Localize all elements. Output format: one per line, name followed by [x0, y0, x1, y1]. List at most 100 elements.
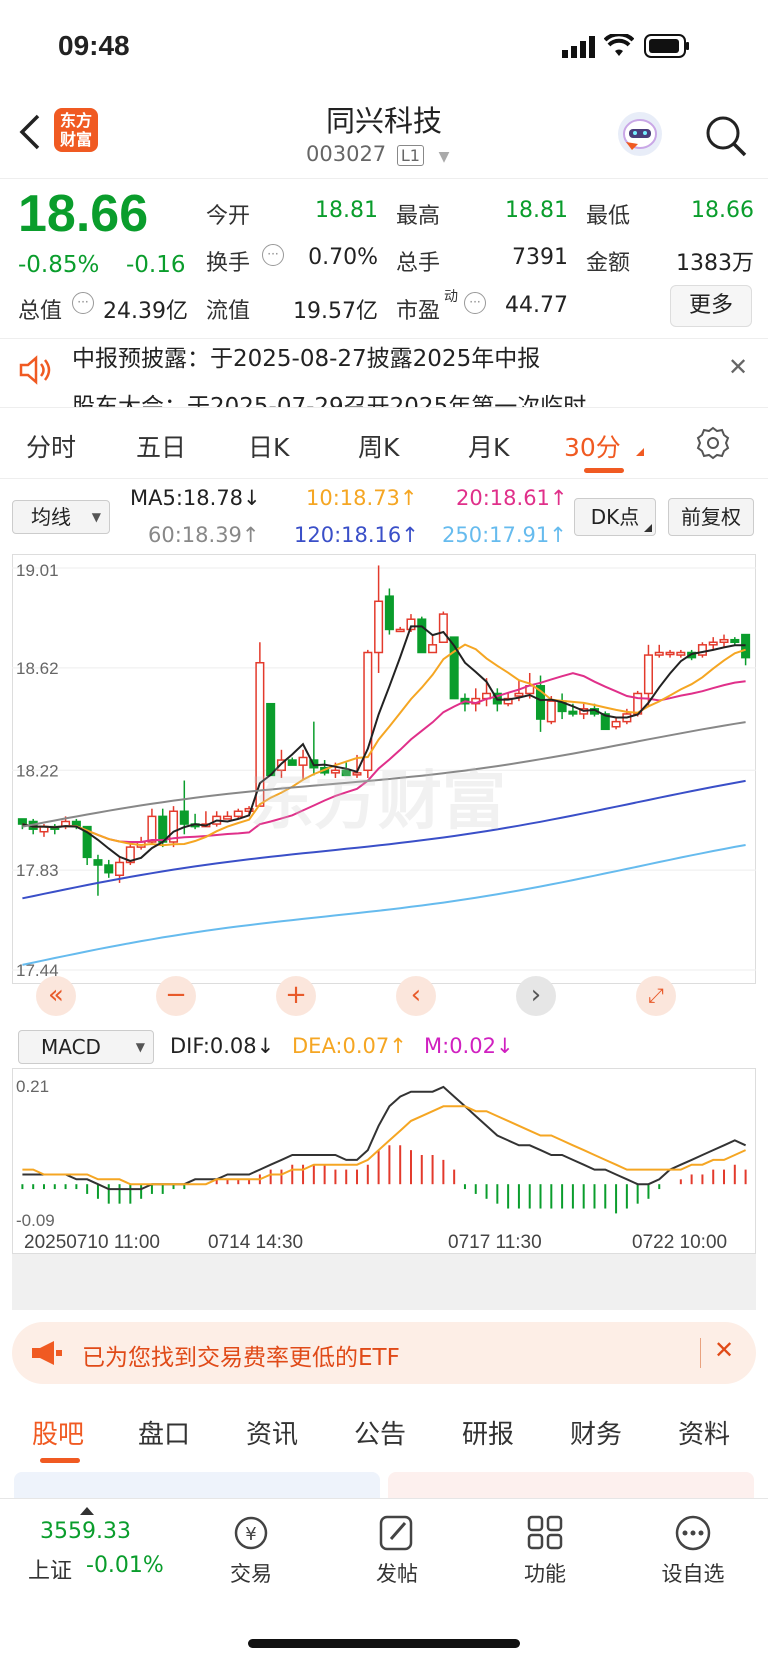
etf-banner[interactable]: 已为您找到交易费率更低的ETF ✕ [12, 1322, 756, 1384]
notice-line-2: 股东大会：于2025-07-29召开2025年第一次临时 [72, 394, 587, 408]
volume-label: 总手 [396, 251, 441, 276]
nav-trade[interactable]: ¥ 交易 [196, 1513, 306, 1588]
candle [115, 861, 125, 877]
chart-settings-icon[interactable] [696, 426, 730, 464]
close-banner-icon[interactable]: ✕ [714, 1336, 734, 1364]
tab-active-indicator [584, 468, 624, 473]
nav-trade-label: 交易 [230, 1562, 272, 1586]
turnover-label: 换手 [206, 251, 251, 276]
wifi-icon [603, 32, 635, 62]
grid-icon [527, 1515, 563, 1550]
tab-30min[interactable]: 30分 [564, 428, 621, 464]
nav-functions[interactable]: 功能 [490, 1513, 600, 1588]
current-price: 18.66 [18, 185, 149, 243]
stock-code-row[interactable]: 003027 L1 ▼ [306, 142, 449, 166]
search-icon[interactable] [704, 114, 748, 162]
candle [438, 613, 448, 644]
nav-watchlist[interactable]: 设自选 [638, 1513, 748, 1588]
macd-chart[interactable]: 0.21 -0.09 20250710 11:00 0714 14:30 0717 11… [12, 1068, 756, 1254]
turnover-value: 0.70% [308, 245, 378, 270]
tab-daily[interactable]: 日K [248, 428, 289, 464]
index-value[interactable]: 3559.33 [40, 1519, 131, 1544]
tab-monthly[interactable]: 月K [468, 428, 509, 464]
macd-y-tick: -0.09 [16, 1211, 55, 1230]
index-name: 上证 [28, 1559, 73, 1584]
change-amount: -0.16 [126, 252, 186, 278]
notice-bar[interactable]: 中报预披露：于2025-08-27披露2025年中报 股东大会：于2025-07… [0, 338, 768, 408]
pe-info-icon[interactable]: ··· [464, 292, 486, 314]
candle [611, 720, 621, 728]
candle [179, 810, 189, 825]
candle [222, 815, 233, 820]
bottom-nav: 3559.33 上证 -0.01% ¥ 交易 发帖 功能 设自选 [0, 1498, 768, 1663]
high-label: 最高 [396, 204, 441, 229]
scroll-right-icon[interactable]: › [516, 976, 556, 1016]
tab-profile[interactable]: 资料 [678, 1414, 730, 1451]
nav-functions-label: 功能 [524, 1562, 566, 1586]
open-label: 今开 [206, 204, 251, 229]
turnover-info-icon[interactable]: ··· [262, 244, 284, 266]
more-dots-icon [675, 1515, 711, 1551]
dk-point-button[interactable]: DK点 [574, 498, 656, 536]
candle [654, 651, 664, 656]
zoom-in-icon[interactable]: + [276, 976, 316, 1016]
dif-line [22, 1085, 747, 1191]
candle [17, 818, 27, 825]
tab-news[interactable]: 资讯 [246, 1414, 298, 1451]
candle [719, 638, 729, 644]
level-badge: L1 [396, 145, 424, 166]
more-button[interactable]: 更多 [670, 285, 752, 327]
zoom-out-icon[interactable]: − [156, 976, 196, 1016]
speaker-icon [18, 355, 52, 389]
x-tick-label: 0717 11:30 [448, 1232, 542, 1253]
tab-research[interactable]: 研报 [462, 1414, 514, 1451]
adjust-button[interactable]: 前复权 [668, 498, 754, 536]
ma20-legend: 20:18.61↑ [456, 486, 568, 510]
x-tick-label: 0722 10:00 [632, 1232, 727, 1253]
tab-five-day[interactable]: 五日 [136, 428, 186, 464]
status-time: 09:48 [58, 30, 130, 61]
content-tabs: 股吧 盘口 资讯 公告 研报 财务 资料 [0, 1398, 768, 1468]
macd-select[interactable]: MACD ▼ [18, 1030, 154, 1064]
candle [384, 595, 394, 631]
chevron-down-icon: ▼ [91, 510, 101, 524]
low-label: 最低 [586, 204, 631, 229]
float-value: 19.57亿 [293, 299, 378, 324]
candle [546, 700, 556, 723]
tab-guba[interactable]: 股吧 [32, 1414, 84, 1451]
index-up-triangle [80, 1507, 94, 1515]
candle [374, 600, 384, 654]
tab-weekly[interactable]: 周K [358, 428, 399, 464]
scroll-left-fast-icon[interactable]: « [36, 976, 76, 1016]
robot-assistant-icon[interactable] [618, 112, 662, 156]
mktcap-info-icon[interactable]: ··· [72, 292, 94, 314]
candle [676, 651, 686, 656]
fullscreen-icon[interactable]: ⤢ [636, 976, 676, 1016]
x-tick-label: 20250710 11:00 [24, 1232, 160, 1253]
y-tick-label: 18.22 [16, 761, 59, 780]
tab-intraday[interactable]: 分时 [26, 428, 76, 464]
scroll-left-icon[interactable]: ‹ [396, 976, 436, 1016]
trade-icon: ¥ [234, 1516, 268, 1550]
nav-post-label: 发帖 [376, 1562, 418, 1586]
ma250-legend: 250:17.91↑ [442, 523, 567, 547]
candle [233, 810, 243, 818]
candle [93, 859, 103, 866]
dk-point-label: DK点 [590, 505, 640, 529]
m-legend: M:0.02↓ [424, 1034, 514, 1058]
candle [568, 710, 578, 715]
candle [708, 641, 718, 646]
nav-post[interactable]: 发帖 [342, 1513, 452, 1588]
candle [514, 692, 524, 697]
tab-finance[interactable]: 财务 [570, 1414, 622, 1451]
indicator-select[interactable]: 均线 ▼ [12, 500, 110, 534]
close-notice-icon[interactable]: ✕ [728, 353, 748, 381]
tab-announcements[interactable]: 公告 [354, 1414, 406, 1451]
x-tick-label: 0714 14:30 [208, 1232, 303, 1253]
ma120-legend: 120:18.16↑ [294, 523, 419, 547]
high-value: 18.81 [505, 198, 568, 223]
low-value: 18.66 [691, 198, 754, 223]
candle [417, 618, 427, 654]
tab-pankou[interactable]: 盘口 [138, 1414, 190, 1451]
mktcap-value: 24.39亿 [103, 299, 188, 324]
